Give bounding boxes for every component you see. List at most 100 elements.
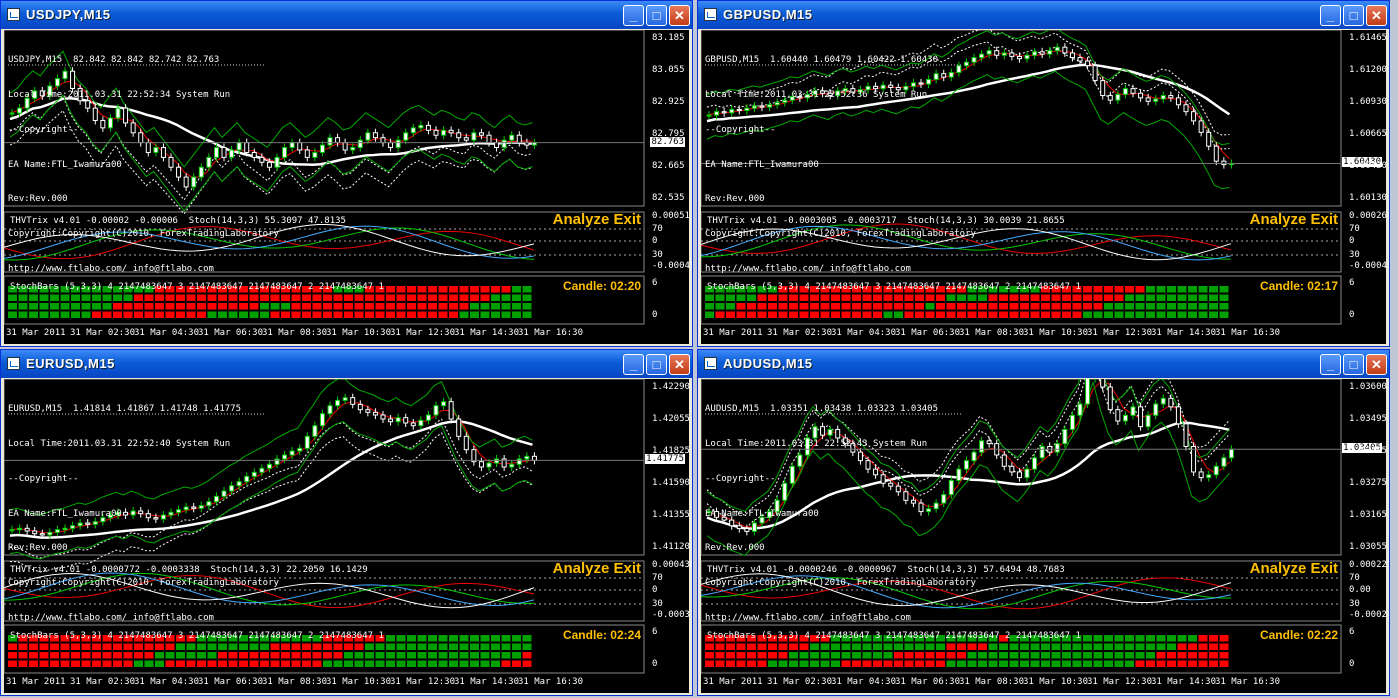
stochbar-cell <box>1219 311 1229 318</box>
stochbar-cell <box>386 652 395 659</box>
stochbar-cell <box>883 660 893 667</box>
stochbar-cell <box>1188 660 1197 667</box>
stochbar-cell <box>323 303 332 310</box>
close-button[interactable]: ✕ <box>669 5 690 26</box>
close-button[interactable]: ✕ <box>669 354 690 375</box>
stochbar-cell <box>333 643 343 650</box>
chart-area[interactable]: AUDUSD,M15 1.03351 1.03438 1.03323 1.034… <box>701 379 1389 693</box>
stochbar-cell <box>480 303 490 310</box>
stochbar-cell <box>417 635 427 642</box>
stochbar-cell <box>1093 660 1103 667</box>
stochbar-cell <box>470 660 479 667</box>
candle-body <box>463 137 469 141</box>
stochbar-cell <box>768 303 777 310</box>
thv-y-tick: 0 <box>1349 236 1355 246</box>
stochbar-cell <box>1177 635 1187 642</box>
candle-body <box>403 132 409 141</box>
x-tick: 31 Mar 10:30 <box>326 677 392 687</box>
stochbar-cell <box>988 652 998 659</box>
candle-body <box>1175 97 1181 106</box>
ea-url: http://www.ftlabo.com/ info@ftlabo.com <box>705 263 911 274</box>
stochbars-y-tick: 6 <box>1349 627 1355 637</box>
stochbar-cell <box>407 294 416 301</box>
chart-area[interactable]: USDJPY,M15 82.842 82.842 82.742 82.763 L… <box>4 30 692 344</box>
stochbar-cell <box>1188 652 1197 659</box>
thv-y-tick: 0.000268 <box>1349 211 1390 221</box>
stochbar-cell <box>1083 294 1092 301</box>
stochbar-cell <box>925 311 935 318</box>
candle-body <box>1206 131 1212 147</box>
stochbar-cell <box>904 652 914 659</box>
minimize-button[interactable]: _ <box>1320 5 1341 26</box>
chart-window-audusd[interactable]: AUDUSD,M15 _ □ ✕ AUDUSD,M15 1.03351 1.03… <box>697 349 1390 696</box>
candle-body <box>509 134 515 141</box>
title-bar[interactable]: AUDUSD,M15 _ □ ✕ <box>698 350 1389 378</box>
ea-copyright-line: Copyright:Copyright(C)2010, ForexTrading… <box>705 229 976 240</box>
minimize-button[interactable]: _ <box>1320 354 1341 375</box>
stochbar-cell <box>218 660 227 667</box>
stochbar-cell <box>1209 635 1218 642</box>
stochbar-cell <box>8 660 17 667</box>
stochbar-cell <box>841 303 851 310</box>
stochbars-label: StochBars (5,3,3) 4 2147483647 3 2147483… <box>707 282 1081 292</box>
stochbars-label: StochBars (5,3,3) 4 2147483647 3 2147483… <box>10 631 384 641</box>
stochbar-cell <box>501 660 511 667</box>
title-bar[interactable]: EURUSD,M15 _ □ ✕ <box>1 350 692 378</box>
x-tick: 31 Mar 08:30 <box>262 677 328 687</box>
minimize-button[interactable]: _ <box>623 5 644 26</box>
stochbar-cell <box>1125 635 1134 642</box>
title-bar[interactable]: GBPUSD,M15 _ □ ✕ <box>698 1 1389 29</box>
stochbar-cell <box>715 311 725 318</box>
stochbar-cell <box>470 311 479 318</box>
close-button[interactable]: ✕ <box>1366 354 1387 375</box>
stochbar-cell <box>915 303 924 310</box>
stochbar-cell <box>1114 643 1124 650</box>
stochbar-cell <box>29 303 38 310</box>
chart-area[interactable]: GBPUSD,M15 1.60440 1.60479 1.60422 1.604… <box>701 30 1390 344</box>
y-tick: 1.60930 <box>1349 97 1387 107</box>
chart-window-eurusd[interactable]: EURUSD,M15 _ □ ✕ EURUSD,M15 1.41814 1.41… <box>0 349 693 696</box>
stochbar-cell <box>417 660 427 667</box>
stochbar-cell <box>988 303 998 310</box>
stochbar-cell <box>1030 303 1040 310</box>
candle-body <box>372 411 378 416</box>
stochbar-cell <box>789 311 798 318</box>
stochbar-cell <box>92 660 101 667</box>
minimize-button[interactable]: _ <box>623 354 644 375</box>
stochbar-cell <box>1125 652 1134 659</box>
stochbar-cell <box>1146 635 1155 642</box>
stochbar-cell <box>134 660 143 667</box>
maximize-button[interactable]: □ <box>1343 354 1364 375</box>
candle-body <box>297 447 303 452</box>
stochbar-cell <box>831 311 840 318</box>
stochbar-cell <box>228 303 238 310</box>
stochbar-cell <box>92 303 101 310</box>
stochbar-cell <box>1104 635 1113 642</box>
stochbar-cell <box>323 294 332 301</box>
candle-body <box>1032 51 1038 56</box>
stochbar-cell <box>1156 635 1166 642</box>
stochbar-cell <box>354 294 364 301</box>
candle-body <box>335 137 341 144</box>
candle-body <box>418 124 424 129</box>
stochbar-cell <box>1020 652 1029 659</box>
chart-window-gbpusd[interactable]: GBPUSD,M15 _ □ ✕ GBPUSD,M15 1.60440 1.60… <box>697 0 1390 347</box>
chart-area[interactable]: EURUSD,M15 1.41814 1.41867 1.41748 1.417… <box>4 379 692 693</box>
stochbar-cell <box>270 660 280 667</box>
x-tick: 31 Mar 04:30 <box>134 677 200 687</box>
candle-timer: Candle: 02:24 <box>562 628 641 642</box>
x-tick: 31 Mar 02:30 <box>70 677 136 687</box>
stochbar-cell <box>936 311 945 318</box>
candle-body <box>425 124 431 131</box>
stochbar-cell <box>778 652 788 659</box>
chart-window-usdjpy[interactable]: USDJPY,M15 _ □ ✕ USDJPY,M15 82.842 82.84… <box>0 0 693 347</box>
window-title: GBPUSD,M15 <box>723 7 813 22</box>
stochbar-cell <box>1156 286 1166 293</box>
stochbar-cell <box>1083 303 1092 310</box>
stochbar-cell <box>946 652 956 659</box>
maximize-button[interactable]: □ <box>646 5 667 26</box>
title-bar[interactable]: USDJPY,M15 _ □ ✕ <box>1 1 692 29</box>
close-button[interactable]: ✕ <box>1366 5 1387 26</box>
maximize-button[interactable]: □ <box>1343 5 1364 26</box>
maximize-button[interactable]: □ <box>646 354 667 375</box>
